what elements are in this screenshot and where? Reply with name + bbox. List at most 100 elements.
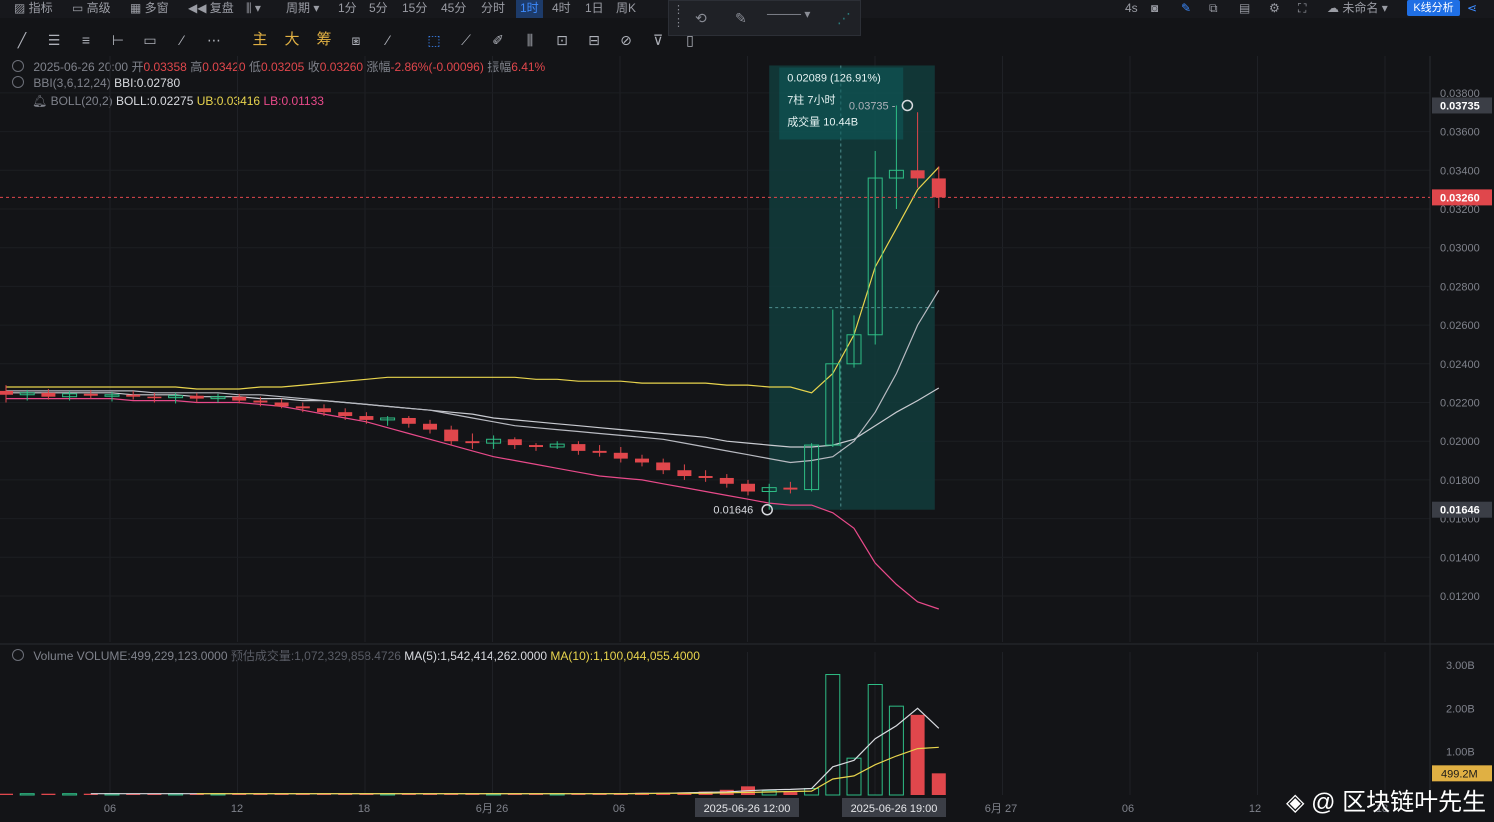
volume-bar-down bbox=[253, 793, 268, 795]
ohlc-legend: 2025-06-26 20:00 开0.03358 高0.03420 低0.03… bbox=[12, 58, 545, 75]
measure-volume-text: 成交量 10.44B bbox=[787, 114, 858, 128]
price-tick-label: 0.01400 bbox=[1440, 552, 1480, 564]
candle-body-up bbox=[62, 393, 78, 398]
kline-analysis-button[interactable]: K线分析 bbox=[1407, 0, 1460, 16]
fullscreen-icon[interactable]: ⛶ bbox=[1298, 0, 1306, 18]
interval-1h[interactable]: 1时 bbox=[516, 0, 543, 18]
pencil-icon[interactable]: ✎ bbox=[1181, 0, 1191, 18]
candle-body-up bbox=[761, 487, 777, 493]
volume-bar-down bbox=[741, 786, 755, 795]
candle-body-down bbox=[295, 406, 310, 409]
main-indicator-button[interactable]: 主 bbox=[252, 32, 268, 48]
interval-timeline[interactable]: 分时 bbox=[481, 0, 505, 18]
candle-body-up bbox=[168, 395, 184, 399]
more-icon[interactable]: ⋯ bbox=[206, 32, 222, 48]
line-tool-icon[interactable]: ╱ bbox=[14, 32, 30, 48]
volume-bar-down bbox=[401, 793, 416, 795]
volume-bar-down bbox=[444, 793, 459, 795]
volume-badge bbox=[1432, 765, 1492, 782]
note-icon[interactable]: ⊟ bbox=[586, 32, 602, 48]
collapse-icon[interactable] bbox=[12, 60, 24, 72]
horizontal-ray-icon[interactable]: ⊢ bbox=[110, 32, 126, 48]
collapse-icon[interactable] bbox=[12, 649, 24, 661]
volume-bar-up bbox=[846, 757, 862, 796]
layout-dropdown[interactable]: ☁ 未命名 ▾ bbox=[1327, 0, 1388, 18]
ruler-icon[interactable]: ⟋ bbox=[458, 32, 474, 48]
candle-body-down bbox=[592, 450, 607, 453]
select-tool-icon[interactable]: ⬚ bbox=[426, 32, 442, 48]
price-tick-label: 0.01600 bbox=[1440, 514, 1480, 526]
grid-tool-icon[interactable]: ⧆ bbox=[348, 32, 364, 48]
price-tick-label: 0.03000 bbox=[1440, 243, 1480, 255]
brush-icon[interactable]: ⁄ bbox=[174, 32, 190, 48]
candle-body-down bbox=[931, 178, 946, 198]
candle-body-down bbox=[507, 439, 522, 446]
candle-body-down bbox=[41, 392, 56, 397]
refresh-interval[interactable]: 4s bbox=[1125, 0, 1138, 18]
candle-tool-icon[interactable]: ⫼ bbox=[522, 32, 538, 48]
binance-logo-icon: ◈ bbox=[1286, 789, 1305, 816]
pen-color-icon[interactable]: ✎ bbox=[735, 10, 747, 27]
chips-button[interactable]: 筹 bbox=[316, 32, 332, 48]
price-tick-label: 0.03400 bbox=[1440, 165, 1480, 177]
volume-bar-up bbox=[168, 793, 184, 796]
volume-bar-down bbox=[698, 791, 713, 795]
interval-1m[interactable]: 1分 bbox=[338, 0, 357, 18]
screen-icon[interactable]: ▤ bbox=[1239, 0, 1250, 18]
bell-icon[interactable]: 🔔︎ bbox=[32, 94, 47, 108]
volume-bar-up bbox=[62, 793, 78, 796]
export-icon[interactable]: ⧉ bbox=[1209, 0, 1218, 18]
replay-button[interactable]: ◀◀ 复盘 bbox=[188, 0, 234, 18]
parallel-lines-icon[interactable]: ☰ bbox=[46, 32, 62, 48]
advanced-button[interactable]: ▭ 高级 bbox=[72, 0, 111, 18]
time-badge bbox=[842, 798, 946, 817]
drag-handle-icon[interactable]: ⋮ ⋮ bbox=[673, 3, 684, 29]
low-marker bbox=[761, 503, 773, 516]
time-tick-label: 06 bbox=[104, 803, 116, 815]
multi-window-button[interactable]: ▦ 多窗 bbox=[130, 0, 169, 18]
bbi-legend: BBI(3,6,12,24) BBI:0.02780 bbox=[12, 76, 180, 90]
volume-bar-up bbox=[804, 788, 820, 796]
settings-icon[interactable]: ⚙ bbox=[1269, 0, 1280, 18]
interval-5m[interactable]: 5分 bbox=[369, 0, 388, 18]
interval-45m[interactable]: 45分 bbox=[441, 0, 466, 18]
indicator-button[interactable]: ▨ 指标 bbox=[14, 0, 53, 18]
interval-15m[interactable]: 15分 bbox=[402, 0, 427, 18]
volume-bar-down bbox=[635, 792, 649, 795]
line-style-dropdown[interactable]: ──── ▾ bbox=[767, 7, 810, 21]
volume-bar-down bbox=[423, 793, 437, 795]
erase-tool-icon[interactable]: ⁄ bbox=[380, 32, 396, 48]
horizontal-lines-icon[interactable]: ≡ bbox=[78, 32, 94, 48]
period-dropdown[interactable]: 周期 ▾ bbox=[286, 0, 319, 18]
big-order-button[interactable]: 大 bbox=[284, 32, 300, 48]
candle-body-up bbox=[549, 443, 565, 448]
interval-1d[interactable]: 1日 bbox=[585, 0, 604, 18]
volume-bar-down bbox=[592, 793, 607, 795]
magnet-icon[interactable]: ⊘ bbox=[618, 32, 634, 48]
fill-icon[interactable]: ⋰ bbox=[837, 10, 851, 27]
candlestick-chart[interactable]: 0.02089 (126.91%) 7柱 7小时成交量 10.44B 0.0380… bbox=[0, 0, 1494, 822]
pen-tool-icon[interactable]: ✐ bbox=[490, 32, 506, 48]
collapse-icon[interactable] bbox=[12, 76, 24, 88]
lock-icon[interactable]: ⊡ bbox=[554, 32, 570, 48]
filter-icon[interactable]: ⊽ bbox=[650, 32, 666, 48]
share-icon[interactable]: ⋖ bbox=[1467, 0, 1477, 18]
measure-label-box bbox=[779, 67, 904, 140]
candle-body-up bbox=[19, 392, 35, 396]
candle-body-down bbox=[613, 452, 628, 459]
camera-icon[interactable]: ◙ bbox=[1151, 0, 1158, 18]
chart-type-dropdown[interactable]: ⫼ ▾ bbox=[246, 0, 261, 18]
candle-body-down bbox=[677, 470, 692, 477]
rectangle-icon[interactable]: ▭ bbox=[142, 32, 158, 48]
candle-body-down bbox=[741, 483, 755, 492]
interval-weekly[interactable]: 周K bbox=[616, 0, 636, 18]
time-tick-label: 6月 27 bbox=[985, 803, 1017, 815]
interval-4h[interactable]: 4时 bbox=[552, 0, 571, 18]
time-badge bbox=[695, 798, 799, 817]
volume-bar-down bbox=[910, 714, 925, 795]
time-badge-label: 2025-06-26 19:00 bbox=[851, 803, 938, 815]
candle-body-down bbox=[401, 417, 416, 424]
shape-icon[interactable]: ⟲ bbox=[695, 10, 707, 27]
candle-body-down bbox=[359, 416, 374, 420]
price-tick-label: 0.02000 bbox=[1440, 436, 1480, 448]
